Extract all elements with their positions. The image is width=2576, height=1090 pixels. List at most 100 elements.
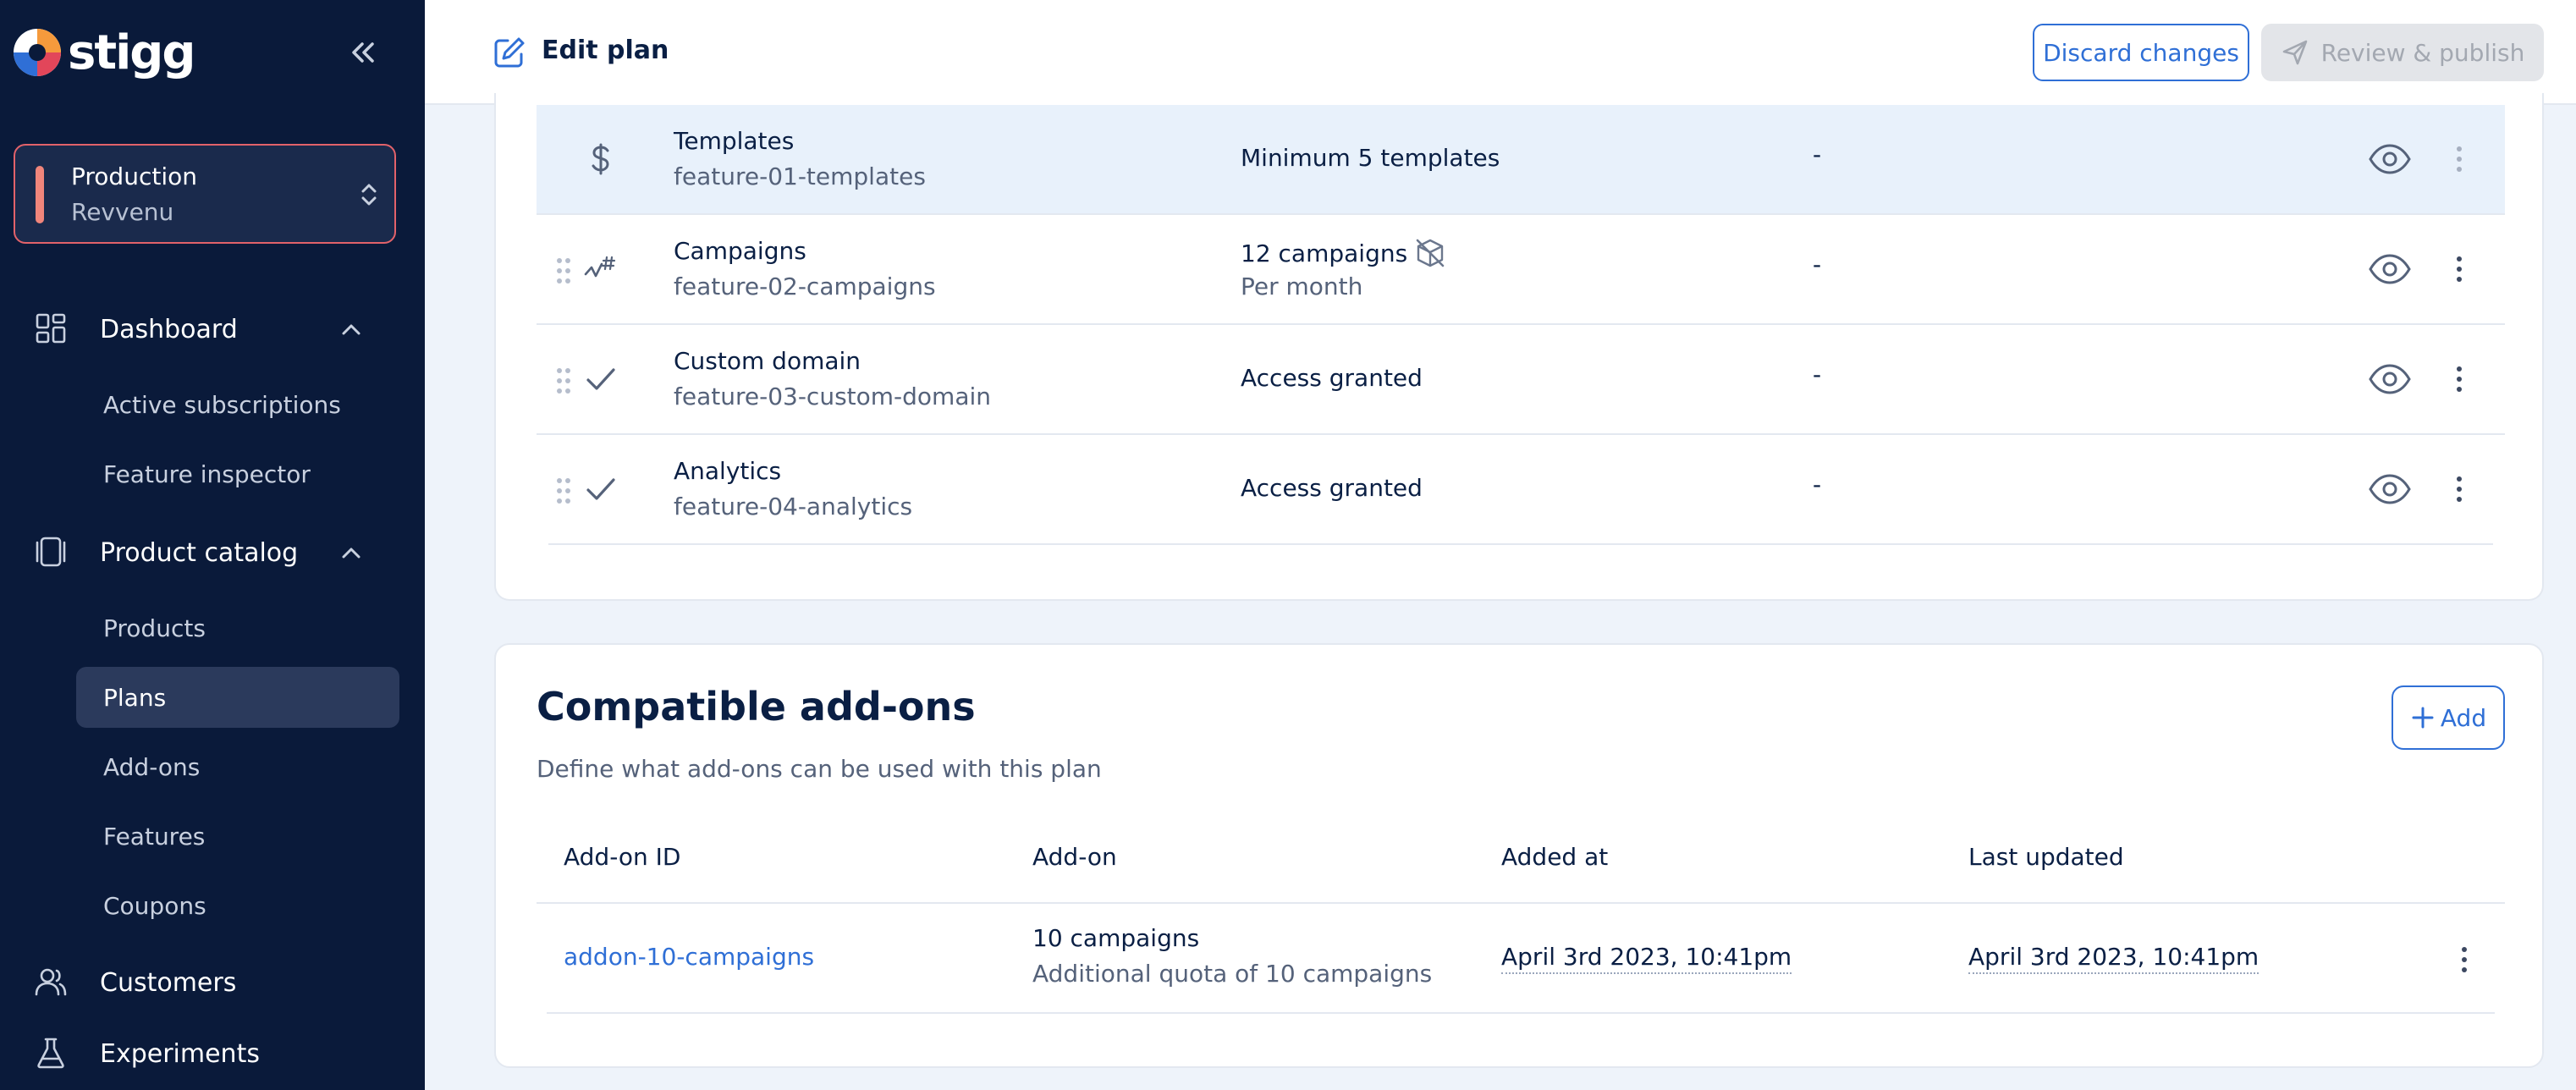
section-title: Compatible add-ons [537, 684, 976, 729]
eye-icon[interactable] [2368, 362, 2412, 396]
section-subtitle: Define what add-ons can be used with thi… [537, 755, 1102, 783]
nav-customers-label: Customers [100, 968, 237, 998]
eye-icon[interactable] [2368, 142, 2412, 176]
metered-icon [584, 256, 616, 278]
sidebar-item-coupons[interactable]: Coupons [76, 875, 399, 936]
nav-dashboard[interactable]: Dashboard [0, 298, 425, 357]
addon-id-link[interactable]: addon-10-campaigns [564, 943, 814, 971]
check-icon [586, 478, 615, 500]
review-publish-button[interactable]: Review & publish [2261, 24, 2544, 81]
divider [537, 902, 2505, 904]
sidebar: stigg Production Revvenu Dashboard Activ… [0, 0, 425, 1090]
feature-id: feature-01-templates [674, 162, 926, 190]
sidebar-item-active-subscriptions[interactable]: Active subscriptions [76, 374, 399, 435]
sidebar-item-label: Plans [103, 684, 167, 712]
chevron-up-icon[interactable] [337, 538, 366, 567]
sidebar-item-label: Coupons [103, 892, 206, 920]
dollar-icon [592, 143, 609, 175]
sidebar-item-products[interactable]: Products [76, 597, 399, 658]
table-row[interactable]: Analytics feature-04-analytics Access gr… [548, 435, 2493, 545]
column-header: Add-on [1032, 843, 1117, 871]
feature-id: feature-02-campaigns [674, 272, 936, 300]
plus-icon [2412, 707, 2434, 729]
table-row[interactable]: Custom domain feature-03-custom-domain A… [537, 325, 2505, 435]
feature-value-text: 12 campaigns [1241, 239, 1408, 267]
chevron-up-down-icon [361, 184, 377, 206]
feature-extra: - [1813, 140, 1822, 168]
sidebar-item-label: Features [103, 823, 206, 851]
feature-value: 12 campaigns [1241, 237, 1446, 269]
sidebar-item-label: Products [103, 614, 206, 642]
chevron-up-icon[interactable] [337, 315, 366, 344]
feature-value: Access granted [1241, 364, 1423, 392]
more-options-icon[interactable] [2451, 142, 2468, 176]
page-title: Edit plan [542, 36, 669, 65]
drag-handle-icon[interactable] [553, 256, 574, 286]
collapse-sidebar-icon[interactable] [345, 36, 379, 69]
addon-description: Additional quota of 10 campaigns [1032, 960, 1433, 988]
add-addon-label: Add [2440, 703, 2487, 732]
sidebar-item-label: Add-ons [103, 753, 201, 781]
page-header: Edit plan Discard changes Review & publi… [425, 0, 2576, 105]
logo[interactable]: stigg [12, 25, 195, 80]
sidebar-item-plans[interactable]: Plans [76, 667, 399, 728]
logo-text: stigg [68, 25, 195, 80]
column-header: Last updated [1968, 843, 2124, 871]
more-options-icon[interactable] [2451, 362, 2468, 396]
more-options-icon[interactable] [2456, 943, 2473, 977]
feature-name: Campaigns [674, 237, 806, 265]
added-at: April 3rd 2023, 10:41pm [1501, 943, 1792, 974]
table-row[interactable]: Templates feature-01-templates Minimum 5… [537, 105, 2505, 215]
column-header: Add-on ID [564, 843, 681, 871]
discard-changes-button[interactable]: Discard changes [2033, 24, 2249, 81]
features-card: Templates feature-01-templates Minimum 5… [494, 93, 2544, 601]
sidebar-item-feature-inspector[interactable]: Feature inspector [76, 443, 399, 504]
no-reset-icon [1416, 239, 1445, 267]
feature-extra: - [1813, 361, 1822, 388]
more-options-icon[interactable] [2451, 252, 2468, 286]
nav-experiments[interactable]: Experiments [0, 1022, 425, 1082]
edit-icon [494, 37, 525, 68]
feature-value-sub: Per month [1241, 272, 1363, 300]
dashboard-icon [36, 313, 66, 344]
divider [547, 1012, 2495, 1014]
nav-product-catalog-label: Product catalog [100, 538, 299, 568]
sidebar-item-label: Active subscriptions [103, 391, 341, 419]
drag-handle-icon[interactable] [553, 366, 574, 396]
feature-value: Access granted [1241, 474, 1423, 502]
feature-id: feature-04-analytics [674, 493, 913, 520]
column-header: Added at [1501, 843, 1609, 871]
send-icon [2282, 40, 2307, 65]
compatible-addons-card: Compatible add-ons Define what add-ons c… [494, 643, 2544, 1068]
eye-icon[interactable] [2368, 472, 2412, 506]
feature-name: Custom domain [674, 347, 861, 375]
sidebar-item-features[interactable]: Features [76, 806, 399, 867]
environment-selector[interactable]: Production Revvenu [14, 144, 396, 244]
feature-value: Minimum 5 templates [1241, 144, 1500, 172]
feature-id: feature-03-custom-domain [674, 383, 992, 410]
feature-name: Analytics [674, 457, 782, 485]
nav-product-catalog[interactable]: Product catalog [0, 521, 425, 581]
sidebar-item-label: Feature inspector [103, 460, 311, 488]
nav-customers[interactable]: Customers [0, 951, 425, 1010]
check-icon [586, 368, 615, 390]
environment-account: Revvenu [71, 198, 174, 226]
users-icon [35, 968, 67, 996]
sidebar-item-add-ons[interactable]: Add-ons [76, 736, 399, 797]
review-publish-label: Review & publish [2320, 38, 2525, 67]
addon-name: 10 campaigns [1032, 924, 1200, 952]
feature-name: Templates [674, 127, 795, 155]
catalog-icon [36, 537, 66, 567]
stigg-logo-icon [14, 29, 61, 76]
add-addon-button[interactable]: Add [2392, 685, 2505, 750]
feature-extra: - [1813, 250, 1822, 278]
environment-name: Production [71, 162, 197, 190]
more-options-icon[interactable] [2451, 472, 2468, 506]
table-row[interactable]: Campaigns feature-02-campaigns 12 campai… [537, 215, 2505, 325]
last-updated: April 3rd 2023, 10:41pm [1968, 943, 2260, 974]
flask-icon [37, 1038, 64, 1069]
drag-handle-icon[interactable] [553, 476, 574, 506]
nav-experiments-label: Experiments [100, 1039, 260, 1069]
feature-extra: - [1813, 471, 1822, 498]
eye-icon[interactable] [2368, 252, 2412, 286]
